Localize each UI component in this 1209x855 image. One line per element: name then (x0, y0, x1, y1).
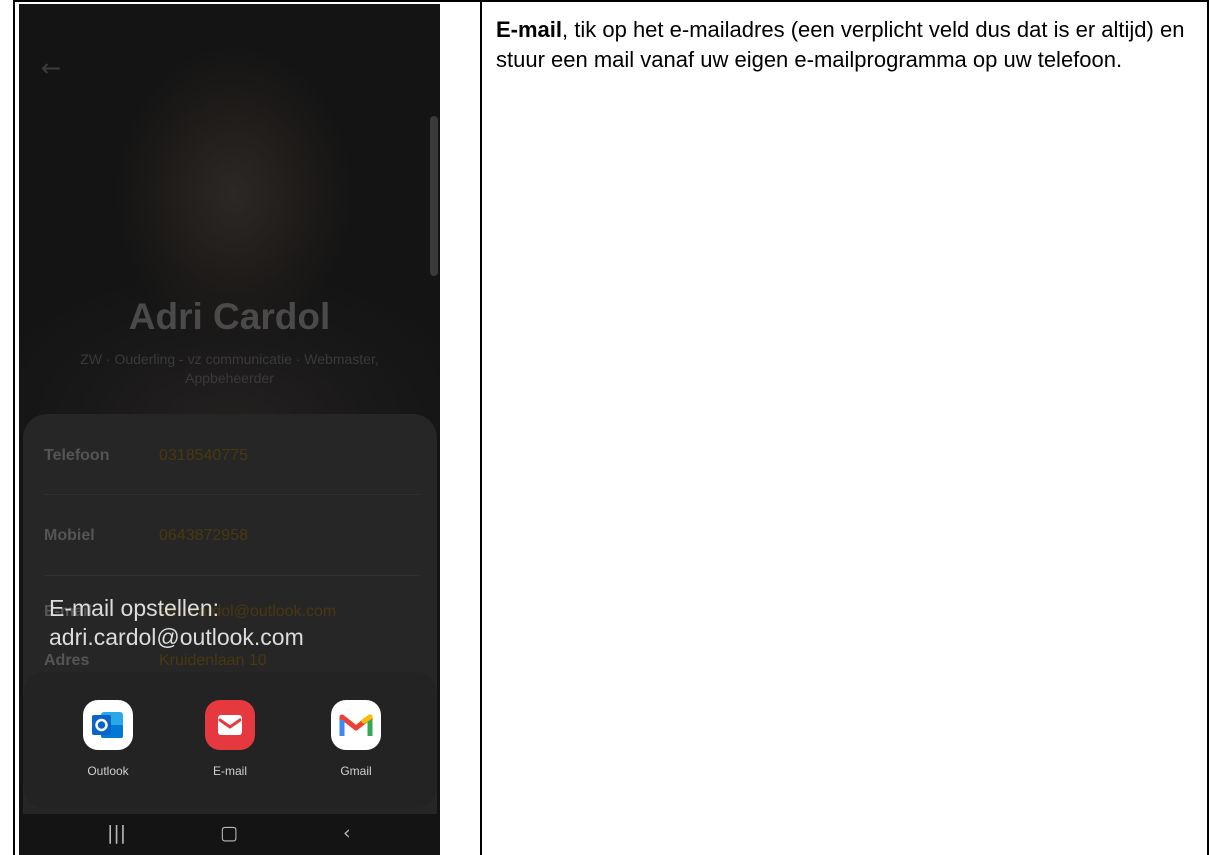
instruction-bold: E-mail (496, 17, 563, 42)
back-arrow-icon[interactable]: ← (41, 54, 61, 82)
row-value-adres[interactable]: Kruidenlaan 10 (159, 652, 267, 670)
row-label-telefoon: Telefoon (44, 447, 110, 464)
person-name: Adri Cardol (128, 296, 331, 337)
app-gmail[interactable]: Gmail (311, 700, 401, 778)
person-roles-line2: Appbeheerder (185, 370, 274, 386)
app-outlook[interactable]: Outlook (63, 700, 153, 778)
person-roles-line1: ZW · Ouderling - vz communicatie · Webma… (80, 351, 379, 367)
row-value-mobiel[interactable]: 0643872958 (159, 527, 248, 545)
app-email[interactable]: E-mail (185, 700, 275, 778)
app-label-outlook: Outlook (87, 764, 129, 778)
table-border-middle (480, 0, 482, 855)
phone-screenshot: ← Adri Cardol ZW · Ouderling - vz commun… (19, 4, 440, 855)
app-label-gmail: Gmail (340, 764, 372, 778)
instruction-body: , tik op het e-mailadres (een verplicht … (496, 17, 1185, 72)
row-value-telefoon[interactable]: 0318540775 (159, 447, 248, 465)
row-label-mobiel: Mobiel (44, 527, 95, 544)
instruction-text: E-mail, tik op het e-mailadres (een verp… (496, 15, 1201, 75)
email-envelope-icon (205, 700, 255, 750)
table-border-left (13, 0, 15, 855)
outlook-icon (83, 700, 133, 750)
android-nav-bar: ||| ▢ ‹ (19, 814, 440, 855)
row-divider (44, 575, 419, 576)
home-icon[interactable]: ▢ (220, 822, 238, 844)
gmail-icon (331, 700, 381, 750)
table-border-top (13, 0, 1209, 2)
back-icon[interactable]: ‹ (343, 822, 351, 844)
app-label-email: E-mail (212, 764, 247, 778)
recent-apps-icon[interactable]: ||| (107, 822, 126, 844)
person-roles: ZW · Ouderling - vz communicatie · Webma… (49, 350, 410, 388)
compose-email-toast: E-mail opstellen: adri.cardol@outlook.co… (49, 594, 304, 652)
row-divider (44, 494, 419, 495)
row-label-adres: Adres (44, 652, 90, 669)
toast-address: adri.cardol@outlook.com (49, 624, 304, 650)
toast-title: E-mail opstellen: (49, 595, 220, 621)
scroll-handle[interactable] (430, 116, 438, 276)
app-chooser: Outlook E-mail Gmail (23, 672, 437, 808)
